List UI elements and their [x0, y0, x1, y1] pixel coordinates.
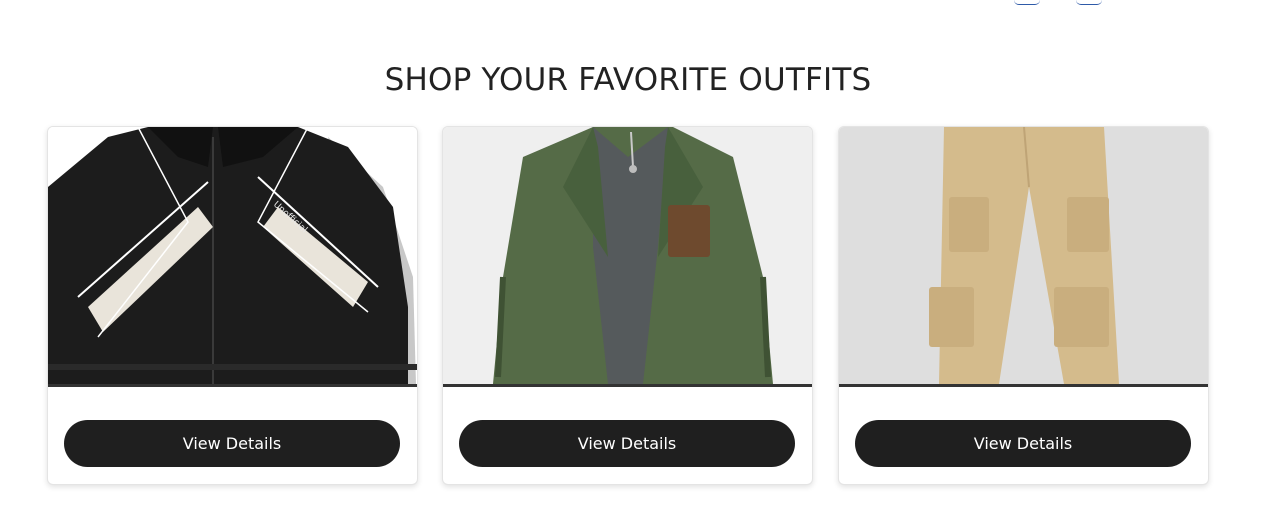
- cart-icon[interactable]: [1076, 0, 1102, 5]
- green-jacket-image[interactable]: [443, 127, 812, 387]
- product-card: Unofficial View Details: [47, 126, 418, 485]
- black-jacket-image[interactable]: Unofficial: [48, 127, 417, 387]
- product-card: View Details: [838, 126, 1209, 485]
- view-details-button[interactable]: View Details: [855, 420, 1191, 467]
- account-icon[interactable]: [1014, 0, 1040, 5]
- product-card: View Details: [442, 126, 813, 485]
- header-icons: [1014, 0, 1102, 5]
- view-details-button[interactable]: View Details: [459, 420, 795, 467]
- section-title: SHOP YOUR FAVORITE OUTFITS: [384, 62, 872, 98]
- khaki-cargo-pants-image[interactable]: [839, 127, 1208, 387]
- view-details-button[interactable]: View Details: [64, 420, 400, 467]
